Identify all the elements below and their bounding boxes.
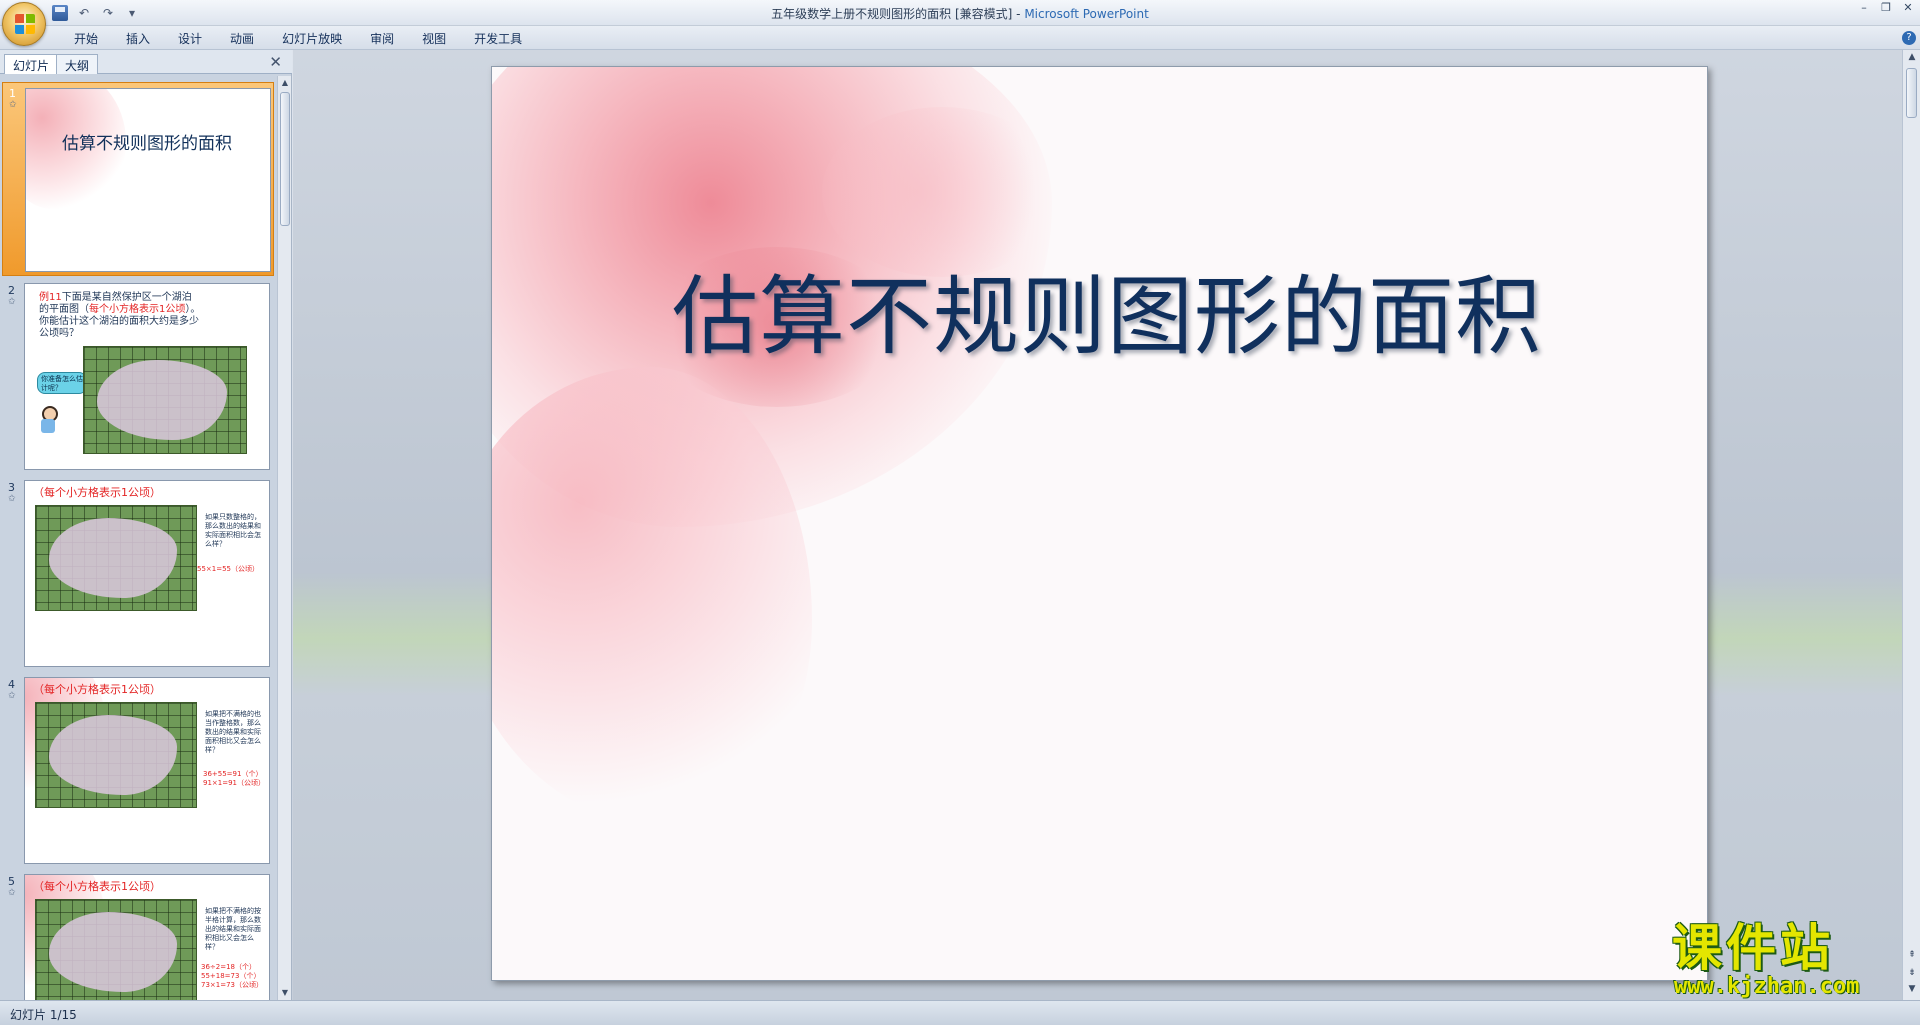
thumbnail-frame: 估算不规则图形的面积 (25, 88, 271, 272)
minimize-icon[interactable]: – (1858, 2, 1870, 14)
slide-counter: 幻灯片 1/15 (10, 1008, 77, 1022)
title-bar: ↶ ↷ ▾ 五年级数学上册不规则图形的面积 [兼容模式] - Microsoft… (0, 0, 1920, 46)
slide-scrollbar[interactable]: ▲ ⇞ ⇟ ▼ (1902, 50, 1920, 1000)
pink-watercolor-decoration (822, 107, 1062, 277)
tab-slides[interactable]: 幻灯片 (4, 54, 59, 74)
slides-pane: 幻灯片 大纲 ✕ 1 ✩ 估算不规则图形的面积 2 ✩ 例11下面是某自然保护区… (0, 50, 292, 1000)
text-line: ）。 (185, 304, 201, 315)
text-line: 公顷吗？ (39, 328, 79, 339)
watermark-text: 课件站 (1672, 919, 1834, 977)
animation-star-icon: ✩ (8, 494, 16, 504)
slide-thumbnail-2[interactable]: 2 ✩ 例11下面是某自然保护区一个湖泊 的平面图（每个小方格表示1公顷）。 你… (2, 280, 274, 474)
thumbnail-calc: 55×1=55（公顷） (197, 565, 259, 573)
slide-thumbnails: 1 ✩ 估算不规则图形的面积 2 ✩ 例11下面是某自然保护区一个湖泊 的平面图… (0, 76, 276, 1000)
tab-outline[interactable]: 大纲 (56, 54, 99, 74)
current-slide[interactable]: 估算不规则图形的面积 (491, 66, 1708, 981)
tab-design[interactable]: 设计 (164, 30, 216, 47)
slide-number: 5 (8, 875, 15, 888)
thumbnail-calc: 73×1=73（公顷） (201, 981, 263, 989)
thumbnail-frame: （每个小方格表示1公顷） 如果把不满格的也当作整格数，那么数出的结果和实际面积相… (24, 677, 270, 864)
lake-grid-image (35, 899, 197, 1000)
window-title: 五年级数学上册不规则图形的面积 [兼容模式] - Microsoft Power… (0, 5, 1920, 22)
close-pane-icon[interactable]: ✕ (269, 54, 282, 70)
animation-star-icon: ✩ (8, 691, 16, 701)
window-title-doc: 五年级数学上册不规则图形的面积 [兼容模式] - (771, 7, 1025, 21)
lake-grid-image (83, 346, 247, 454)
restore-icon[interactable]: ❐ (1880, 2, 1892, 14)
watermark-url: www.kjzhan.com (1674, 974, 1860, 999)
tab-home[interactable]: 开始 (60, 30, 112, 47)
example-label: 例11 (39, 292, 62, 303)
thumbnail-title: 估算不规则图形的面积 (62, 134, 232, 154)
lake-grid-image (35, 505, 197, 611)
window-controls: – ❐ ✕ (1858, 2, 1914, 14)
slide-thumbnail-1[interactable]: 1 ✩ 估算不规则图形的面积 (2, 82, 274, 276)
pane-scrollbar[interactable]: ▲ ▼ (277, 76, 291, 1000)
animation-star-icon: ✩ (8, 888, 16, 898)
office-button[interactable] (2, 2, 46, 46)
text-line-red: 每个小方格表示1公顷 (89, 304, 186, 315)
slide-number: 1 (9, 87, 16, 100)
thumbnail-heading: （每个小方格表示1公顷） (33, 486, 161, 499)
thumbnail-heading: （每个小方格表示1公顷） (33, 683, 161, 696)
speech-bubble: 你准备怎么估计呢？ (37, 372, 87, 394)
scroll-up-icon[interactable]: ▲ (1903, 52, 1920, 62)
tab-view[interactable]: 视图 (408, 30, 460, 47)
lake-grid-image (35, 702, 197, 808)
tab-developer[interactable]: 开发工具 (460, 30, 536, 47)
slide-number: 2 (8, 284, 15, 297)
thumbnail-text: 例11下面是某自然保护区一个湖泊 的平面图（每个小方格表示1公顷）。 你能估计这… (39, 292, 267, 340)
thumbnail-side-text: 如果只数整格的，那么数出的结果和实际面积相比会怎么样？ (205, 513, 261, 548)
slide-number: 3 (8, 481, 15, 494)
slide-thumbnail-4[interactable]: 4 ✩ （每个小方格表示1公顷） 如果把不满格的也当作整格数，那么数出的结果和实… (2, 674, 274, 868)
text-line: 下面是某自然保护区一个湖泊 (61, 292, 192, 303)
thumbnail-side-text: 如果把不满格的也当作整格数，那么数出的结果和实际面积相比又会怎么样？ (205, 710, 261, 754)
tab-review[interactable]: 审阅 (356, 30, 408, 47)
thumbnail-frame: （每个小方格表示1公顷） 如果只数整格的，那么数出的结果和实际面积相比会怎么样？… (24, 480, 270, 667)
scroll-down-icon[interactable]: ▼ (278, 986, 292, 1000)
thumbnail-calc: 36÷2=18（个） (201, 963, 256, 971)
pane-tabs: 幻灯片 大纲 ✕ (0, 50, 292, 74)
girl-cartoon-icon (39, 406, 58, 436)
thumbnail-heading: （每个小方格表示1公顷） (33, 880, 161, 893)
thumbnail-side-text: 如果把不满格的按半格计算，那么数出的结果和实际面积相比又会怎么样？ (205, 907, 261, 951)
text-line: 你能估计这个湖泊的面积大约是多少 (39, 316, 199, 327)
thumbnail-frame: （每个小方格表示1公顷） 如果把不满格的按半格计算，那么数出的结果和实际面积相比… (24, 874, 270, 1000)
animation-star-icon: ✩ (8, 297, 16, 307)
scrollbar-thumb[interactable] (280, 92, 290, 226)
thumbnail-frame: 例11下面是某自然保护区一个湖泊 的平面图（每个小方格表示1公顷）。 你能估计这… (24, 283, 270, 470)
status-bar: 幻灯片 1/15 (0, 1000, 1920, 1025)
window-title-brand: Microsoft PowerPoint (1024, 7, 1149, 21)
ribbon-tabs: 开始 插入 设计 动画 幻灯片放映 审阅 视图 开发工具 ? (0, 26, 1920, 50)
help-icon[interactable]: ? (1902, 31, 1916, 45)
slide-thumbnail-5[interactable]: 5 ✩ （每个小方格表示1公顷） 如果把不满格的按半格计算，那么数出的结果和实际… (2, 871, 274, 1000)
slide-number: 4 (8, 678, 15, 691)
slide-editing-area: 估算不规则图形的面积 (293, 50, 1902, 1000)
text-line: 的平面图（ (39, 304, 89, 315)
tab-animations[interactable]: 动画 (216, 30, 268, 47)
office-logo-icon (15, 14, 35, 34)
animation-star-icon: ✩ (9, 100, 17, 110)
thumbnail-calc: 55+18=73（个） (201, 972, 261, 980)
slide-title[interactable]: 估算不规则图形的面积 (672, 267, 1672, 367)
thumbnail-calc: 36+55=91（个） (203, 770, 263, 778)
thumbnail-calc: 91×1=91（公顷） (203, 779, 265, 787)
tab-slideshow[interactable]: 幻灯片放映 (268, 30, 356, 47)
close-icon[interactable]: ✕ (1902, 2, 1914, 14)
kjzhan-watermark: 课件站 www.kjzhan.com (1668, 922, 1908, 1000)
slide-thumbnail-3[interactable]: 3 ✩ （每个小方格表示1公顷） 如果只数整格的，那么数出的结果和实际面积相比会… (2, 477, 274, 671)
scrollbar-thumb[interactable] (1906, 68, 1917, 118)
scroll-up-icon[interactable]: ▲ (278, 76, 292, 90)
tab-insert[interactable]: 插入 (112, 30, 164, 47)
